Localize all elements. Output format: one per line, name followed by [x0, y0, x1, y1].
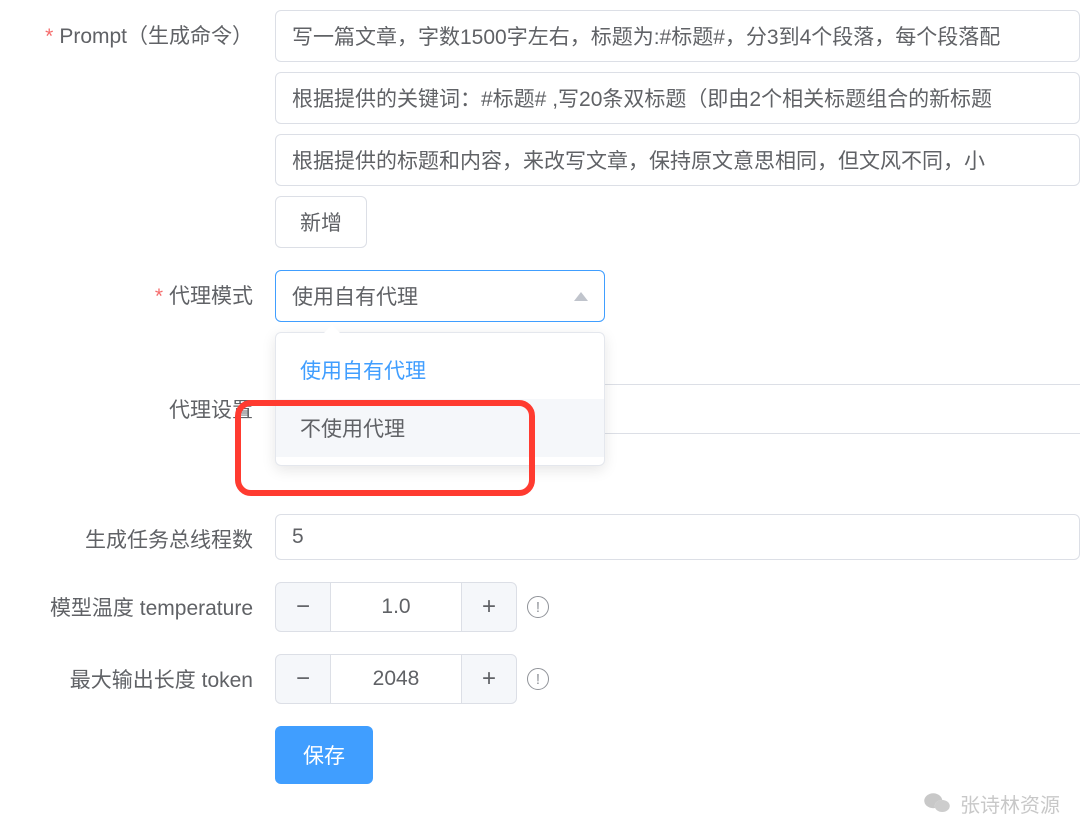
temperature-decrease-button[interactable]: −	[275, 582, 331, 632]
proxy-mode-dropdown: 使用自有代理 不使用代理	[275, 332, 605, 466]
temperature-input[interactable]	[331, 582, 461, 632]
proxy-setting-label: 代理设置	[0, 394, 275, 424]
watermark: 张诗林资源	[922, 788, 1060, 818]
chevron-up-icon	[574, 292, 588, 301]
temperature-content: − + !	[275, 582, 1080, 632]
save-button[interactable]: 保存	[275, 726, 373, 784]
save-row: 保存	[0, 726, 1080, 784]
proxy-mode-content: 使用自有代理 使用自有代理 不使用代理	[275, 270, 1080, 322]
max-tokens-increase-button[interactable]: +	[461, 654, 517, 704]
threads-content	[275, 514, 1080, 560]
temperature-stepper: − + !	[275, 582, 1080, 632]
max-tokens-stepper: − + !	[275, 654, 1080, 704]
temperature-label: 模型温度 temperature	[0, 582, 275, 623]
threads-row: 生成任务总线程数	[0, 514, 1080, 560]
proxy-mode-row: 代理模式 使用自有代理 使用自有代理 不使用代理	[0, 270, 1080, 322]
prompt-item-0[interactable]: 写一篇文章，字数1500字左右，标题为:#标题#，分3到4个段落，每个段落配	[275, 10, 1080, 62]
wechat-icon	[922, 788, 952, 818]
max-tokens-input[interactable]	[331, 654, 461, 704]
proxy-mode-selected: 使用自有代理	[292, 281, 418, 311]
add-prompt-button[interactable]: 新增	[275, 196, 367, 248]
threads-input[interactable]	[275, 514, 1080, 560]
watermark-text: 张诗林资源	[960, 789, 1060, 818]
proxy-mode-select[interactable]: 使用自有代理	[275, 270, 605, 322]
save-spacer	[0, 726, 275, 738]
prompt-item-1[interactable]: 根据提供的关键词：#标题# ,写20条双标题（即由2个相关标题组合的新标题	[275, 72, 1080, 124]
dropdown-option-own-proxy[interactable]: 使用自有代理	[276, 341, 604, 399]
info-icon[interactable]: !	[527, 596, 549, 618]
proxy-mode-label: 代理模式	[0, 270, 275, 311]
max-tokens-label: 最大输出长度 token	[0, 654, 275, 695]
max-tokens-row: 最大输出长度 token − + !	[0, 654, 1080, 704]
prompt-row: Prompt（生成命令） 写一篇文章，字数1500字左右，标题为:#标题#，分3…	[0, 10, 1080, 248]
prompt-label: Prompt（生成命令）	[0, 10, 275, 51]
dropdown-option-no-proxy[interactable]: 不使用代理	[276, 399, 604, 457]
max-tokens-content: − + !	[275, 654, 1080, 704]
info-icon[interactable]: !	[527, 668, 549, 690]
temperature-increase-button[interactable]: +	[461, 582, 517, 632]
max-tokens-decrease-button[interactable]: −	[275, 654, 331, 704]
prompt-content: 写一篇文章，字数1500字左右，标题为:#标题#，分3到4个段落，每个段落配 根…	[275, 10, 1080, 248]
threads-label: 生成任务总线程数	[0, 514, 275, 555]
save-content: 保存	[275, 726, 1080, 784]
prompt-item-2[interactable]: 根据提供的标题和内容，来改写文章，保持原文意思相同，但文风不同，小	[275, 134, 1080, 186]
temperature-row: 模型温度 temperature − + !	[0, 582, 1080, 632]
